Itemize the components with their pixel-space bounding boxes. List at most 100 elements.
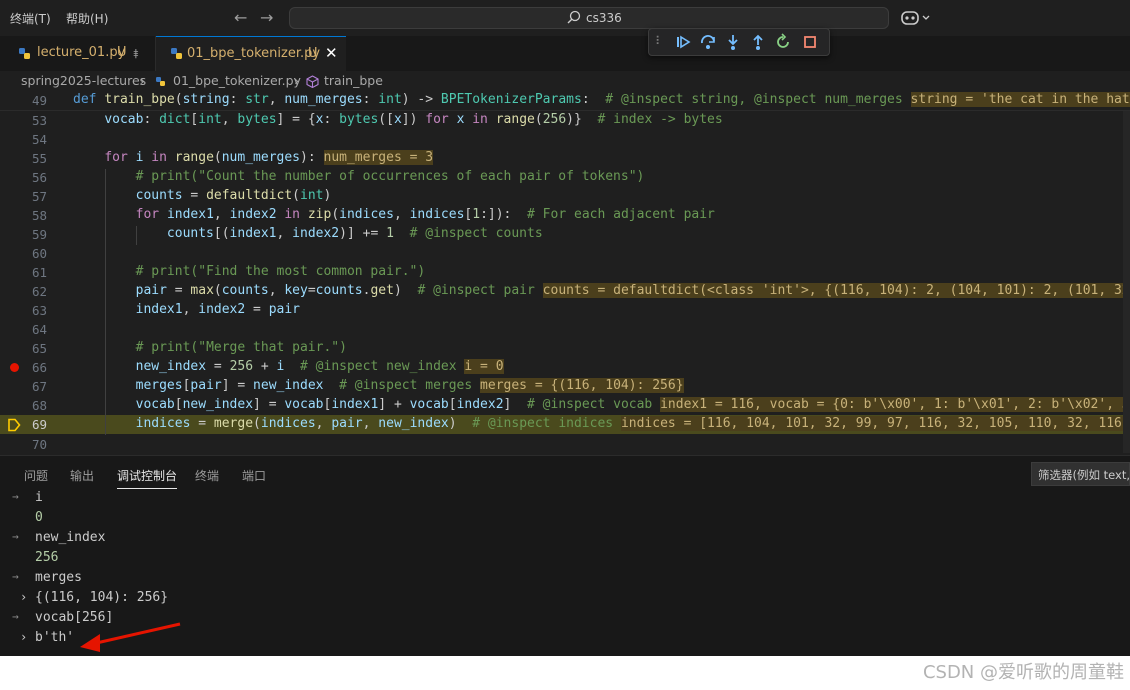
tab-status: U bbox=[117, 45, 127, 60]
python-file-icon bbox=[156, 77, 165, 86]
tab-label: 01_bpe_tokenizer.py bbox=[187, 46, 321, 61]
pin-icon[interactable]: ⯒ bbox=[133, 45, 139, 67]
tab-output[interactable]: 输出 bbox=[70, 467, 94, 484]
input-arrow-icon: → bbox=[12, 530, 19, 543]
step-out-icon[interactable] bbox=[749, 33, 767, 51]
code-line: 55 for i in range(num_merges): num_merge… bbox=[0, 149, 1130, 168]
filter-input[interactable]: 筛选器(例如 text, !exclude, \escape) bbox=[1031, 462, 1130, 486]
breadcrumb: spring2025-lectures › 01_bpe_tokenizer.p… bbox=[0, 71, 1130, 91]
chevron-right-icon: › bbox=[294, 73, 299, 88]
indent-guide bbox=[136, 226, 137, 245]
method-cube-icon bbox=[306, 75, 319, 88]
line-number: 61 bbox=[31, 265, 47, 280]
line-number: 70 bbox=[31, 437, 47, 452]
code-line: 66 new_index = 256 + i # @inspect new_in… bbox=[0, 358, 1130, 377]
python-file-icon bbox=[19, 48, 30, 59]
line-number: 63 bbox=[31, 303, 47, 318]
restart-icon[interactable] bbox=[774, 33, 792, 51]
code-text: counts = defaultdict(int) bbox=[135, 188, 332, 203]
line-number: 67 bbox=[31, 379, 47, 394]
code-editor[interactable]: 49 def train_bpe(string: str, num_merges… bbox=[0, 91, 1130, 455]
stop-icon[interactable] bbox=[801, 33, 819, 51]
tab-label: lecture_01.py bbox=[37, 45, 126, 60]
code-text: vocab: dict[int, bytes] = {x: bytes([x])… bbox=[104, 112, 723, 127]
tab-terminal[interactable]: 终端 bbox=[195, 467, 219, 484]
code-text: # print("Merge that pair.") bbox=[135, 340, 347, 355]
line-number: 57 bbox=[31, 189, 47, 204]
breadcrumb-symbol[interactable]: train_bpe bbox=[324, 73, 383, 88]
code-text: indices = merge(indices, pair, new_index… bbox=[73, 416, 1130, 431]
code-line: 65 # print("Merge that pair.") bbox=[0, 339, 1130, 358]
step-into-icon[interactable] bbox=[724, 33, 742, 51]
title-bar: 终端(T) 帮助(H) ← → cs336 bbox=[0, 0, 1130, 36]
close-icon[interactable]: ✕ bbox=[325, 44, 338, 62]
continue-icon[interactable] bbox=[674, 33, 692, 51]
code-line: 60 bbox=[0, 244, 1130, 263]
line-number: 54 bbox=[31, 132, 47, 147]
line-number: 56 bbox=[31, 170, 47, 185]
forward-arrow-icon[interactable]: → bbox=[260, 8, 273, 27]
editor-scrollbar[interactable] bbox=[1123, 111, 1130, 453]
tab-bpe-tokenizer[interactable]: 01_bpe_tokenizer.py U ✕ bbox=[156, 36, 346, 71]
console-text: {(116, 104): 256} bbox=[35, 590, 169, 605]
line-number: 68 bbox=[31, 398, 47, 413]
current-line-arrow-icon bbox=[8, 418, 21, 432]
code-text: # print("Count the number of occurrences… bbox=[135, 169, 645, 184]
code-line: 54 bbox=[0, 130, 1130, 149]
python-file-icon bbox=[171, 48, 182, 59]
code-text: merges[pair] = new_index # @inspect merg… bbox=[135, 378, 684, 393]
menu-help[interactable]: 帮助(H) bbox=[66, 10, 108, 27]
console-line[interactable]: › {(116, 104): 256} bbox=[0, 588, 1130, 608]
breakpoint-icon[interactable] bbox=[10, 363, 19, 372]
back-arrow-icon[interactable]: ← bbox=[234, 8, 247, 27]
command-center-search[interactable]: cs336 bbox=[289, 7, 889, 29]
console-line: 0 bbox=[0, 508, 1130, 528]
code-text: counts[(index1, index2)] += 1 # @inspect… bbox=[166, 226, 543, 241]
tab-ports[interactable]: 端口 bbox=[242, 467, 266, 484]
console-text: 0 bbox=[35, 510, 43, 525]
input-arrow-icon: → bbox=[12, 490, 19, 503]
chevron-right-icon[interactable]: › bbox=[20, 630, 27, 644]
code-line: 53 vocab: dict[int, bytes] = {x: bytes([… bbox=[0, 111, 1130, 130]
line-number: 66 bbox=[31, 360, 47, 375]
breadcrumb-folder[interactable]: spring2025-lectures bbox=[21, 73, 146, 88]
console-line: 256 bbox=[0, 548, 1130, 568]
console-text: 256 bbox=[35, 550, 59, 565]
step-over-icon[interactable] bbox=[699, 33, 717, 51]
search-icon bbox=[567, 10, 581, 24]
current-execution-line: 69 indices = merge(indices, pair, new_in… bbox=[0, 415, 1130, 434]
copilot-icon[interactable] bbox=[900, 8, 934, 28]
tab-debug-console[interactable]: 调试控制台 bbox=[117, 467, 178, 489]
code-line: 49 def train_bpe(string: str, num_merges… bbox=[0, 91, 1130, 111]
bottom-panel: 问题 输出 调试控制台 终端 端口 筛选器(例如 text, !exclude,… bbox=[0, 455, 1130, 657]
chevron-right-icon: › bbox=[140, 73, 145, 88]
tab-lecture-01[interactable]: lecture_01.py U ⯒ bbox=[0, 36, 156, 71]
breadcrumb-file[interactable]: 01_bpe_tokenizer.py bbox=[173, 73, 301, 88]
code-line: 63 index1, index2 = pair bbox=[0, 301, 1130, 320]
annotation-arrow-icon bbox=[80, 622, 181, 652]
input-arrow-icon: → bbox=[12, 570, 19, 583]
tab-problems[interactable]: 问题 bbox=[24, 467, 48, 484]
console-text: new_index bbox=[35, 530, 106, 545]
code-text: def train_bpe(string: str, num_merges: i… bbox=[73, 92, 1130, 107]
code-line: 64 bbox=[0, 320, 1130, 339]
code-text: new_index = 256 + i # @inspect new_index… bbox=[135, 359, 504, 374]
menu-terminal[interactable]: 终端(T) bbox=[10, 10, 51, 27]
console-line: → new_index bbox=[0, 528, 1130, 548]
code-text: # print("Find the most common pair.") bbox=[135, 264, 426, 279]
line-number: 65 bbox=[31, 341, 47, 356]
chevron-right-icon[interactable]: › bbox=[20, 590, 27, 604]
command-center-label: cs336 bbox=[586, 11, 622, 25]
code-line: 70 bbox=[0, 435, 1130, 454]
code-line: 59 counts[(index1, index2)] += 1 # @insp… bbox=[0, 225, 1130, 244]
code-line: 62 pair = max(counts, key=counts.get) # … bbox=[0, 282, 1130, 301]
console-line: → i bbox=[0, 488, 1130, 508]
code-line: 68 vocab[new_index] = vocab[index1] + vo… bbox=[0, 396, 1130, 415]
console-text: i bbox=[35, 490, 43, 505]
code-text: vocab[new_index] = vocab[index1] + vocab… bbox=[73, 397, 1130, 412]
code-text: index1, index2 = pair bbox=[135, 302, 301, 317]
code-line: 57 counts = defaultdict(int) bbox=[0, 187, 1130, 206]
code-line: 56 # print("Count the number of occurren… bbox=[0, 168, 1130, 187]
drag-handle-icon[interactable]: ⠇ bbox=[655, 34, 673, 52]
line-number: 59 bbox=[31, 227, 47, 242]
